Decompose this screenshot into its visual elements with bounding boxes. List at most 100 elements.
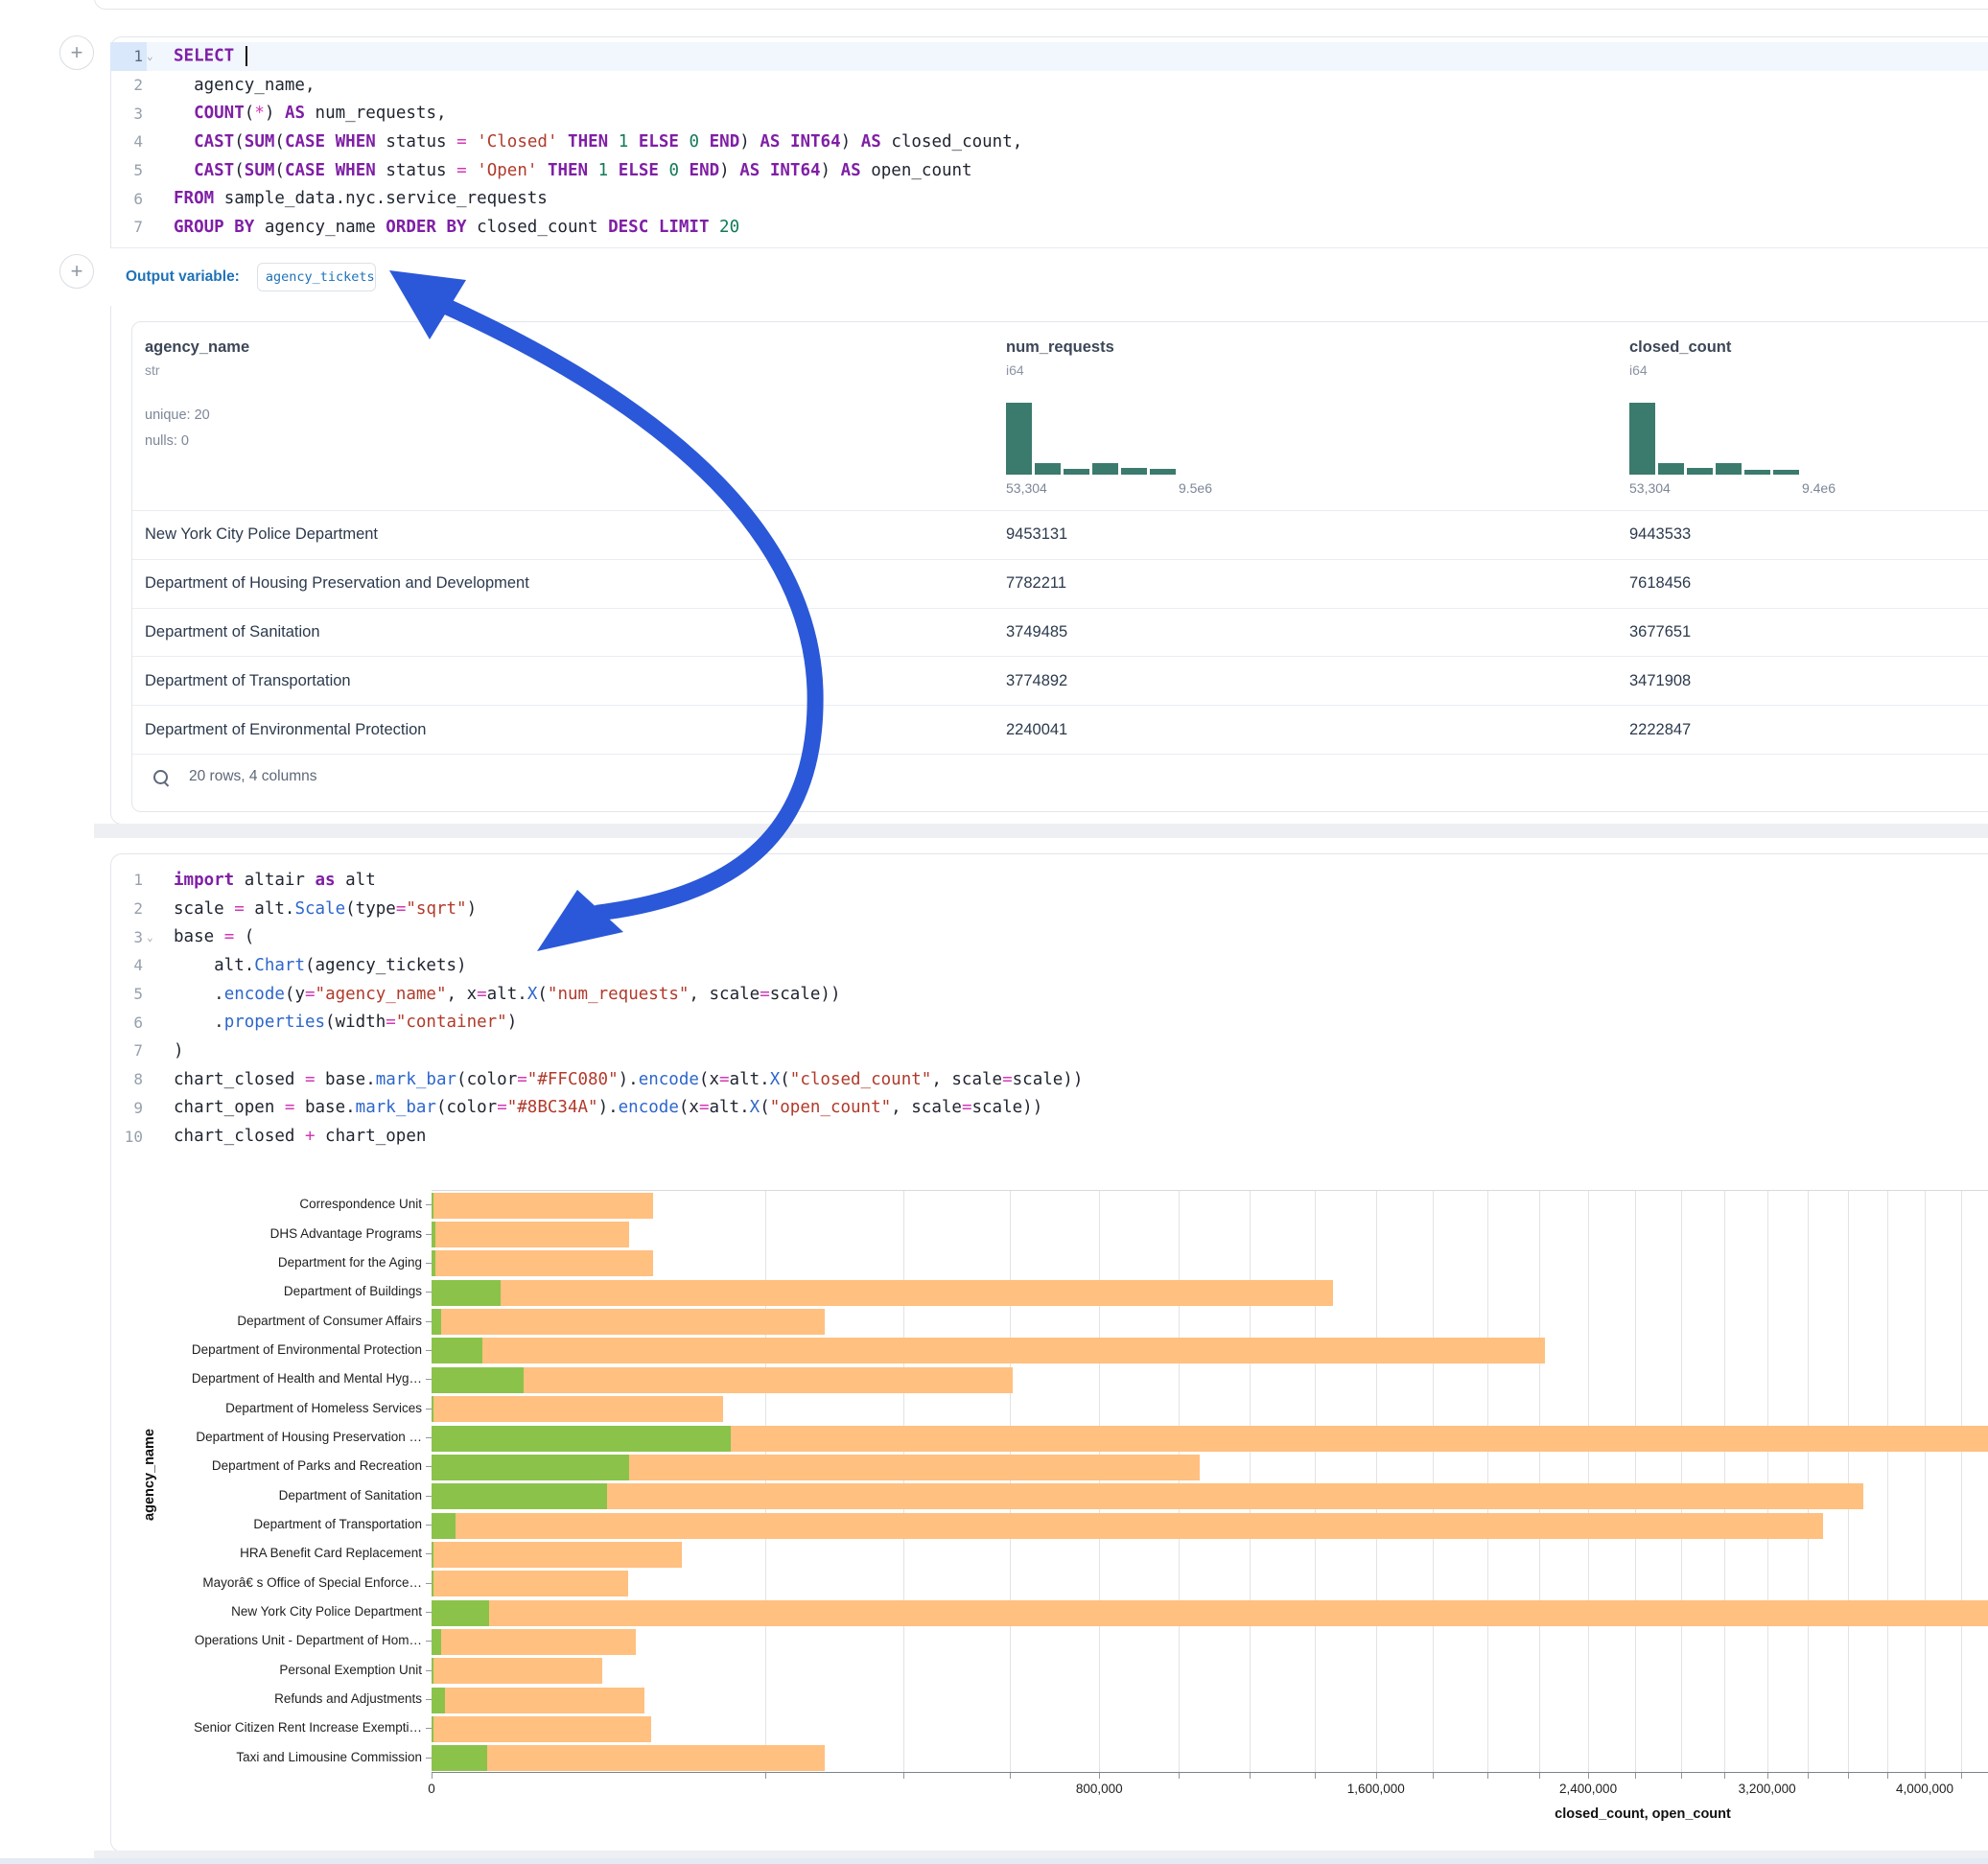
column-header-closed-count[interactable]: closed_count i64 53,304 9.4e6 bbox=[1629, 338, 1836, 496]
y-axis-tick bbox=[426, 1350, 432, 1351]
histogram-bar bbox=[1064, 469, 1089, 475]
bar-closed-count bbox=[432, 1338, 1545, 1363]
output-variable-pill[interactable]: agency_tickets bbox=[257, 263, 376, 291]
table-row[interactable]: Department of Sanitation37494853677651 bbox=[132, 608, 1988, 657]
y-axis-tick bbox=[426, 1496, 432, 1497]
bar-open-count bbox=[432, 1600, 489, 1626]
bar-open-count bbox=[432, 1455, 629, 1480]
x-axis-tick-label: 4,000,000 bbox=[1867, 1782, 1982, 1796]
code-line[interactable]: 2 agency_name, bbox=[110, 71, 1988, 100]
code-line[interactable]: 5 .encode(y="agency_name", x=alt.X("num_… bbox=[110, 980, 1988, 1009]
text-cursor bbox=[246, 46, 247, 66]
code-line[interactable]: 4 CAST(SUM(CASE WHEN status = 'Closed' T… bbox=[110, 128, 1988, 156]
sql-editor[interactable]: 1⌄SELECT 2 agency_name,3 COUNT(*) AS num… bbox=[110, 42, 1988, 242]
y-axis-label: HRA Benefit Card Replacement bbox=[134, 1545, 422, 1562]
code-line[interactable]: 7GROUP BY agency_name ORDER BY closed_co… bbox=[110, 213, 1988, 242]
histogram-bar bbox=[1773, 470, 1799, 475]
bar-closed-count bbox=[432, 1396, 723, 1422]
code-line[interactable]: 3 COUNT(*) AS num_requests, bbox=[110, 99, 1988, 128]
cell-closed-count: 2222847 bbox=[1629, 706, 1691, 754]
histogram-bar bbox=[1092, 463, 1118, 475]
x-axis-tick bbox=[1848, 1773, 1849, 1779]
column-name: num_requests bbox=[1006, 338, 1212, 357]
y-axis-tick bbox=[426, 1204, 432, 1205]
gridline bbox=[1961, 1191, 1962, 1773]
y-axis-label: Department of Parks and Recreation bbox=[134, 1457, 422, 1475]
histogram-bar bbox=[1006, 403, 1032, 475]
notebook-page: { "icons": { "add_cell": "plus-circle", … bbox=[0, 0, 1988, 1864]
fold-chevron-icon[interactable]: ⌄ bbox=[147, 50, 162, 62]
column-histogram bbox=[1006, 398, 1212, 475]
code-line[interactable]: 5 CAST(SUM(CASE WHEN status = 'Open' THE… bbox=[110, 156, 1988, 185]
cell-closed-count: 3471908 bbox=[1629, 657, 1691, 705]
bar-open-count bbox=[432, 1658, 433, 1684]
y-axis-label: Department for the Aging bbox=[134, 1254, 422, 1271]
code-line[interactable]: 10chart_closed + chart_open bbox=[110, 1122, 1988, 1151]
bar-open-count bbox=[432, 1483, 607, 1509]
gridline bbox=[1487, 1191, 1488, 1773]
plus-icon: + bbox=[71, 40, 83, 64]
y-axis-label: Department of Health and Mental Hyg… bbox=[134, 1370, 422, 1387]
x-axis-tick bbox=[1887, 1773, 1888, 1779]
add-cell-button[interactable]: + bbox=[59, 254, 94, 289]
code-text: CAST(SUM(CASE WHEN status = 'Open' THEN … bbox=[162, 161, 972, 180]
cell-closed-count: 9443533 bbox=[1629, 511, 1691, 559]
column-header-num-requests[interactable]: num_requests i64 53,304 9.5e6 bbox=[1006, 338, 1212, 496]
bar-closed-count bbox=[432, 1658, 602, 1684]
line-number: 9 bbox=[110, 1094, 147, 1123]
code-line[interactable]: 3⌄base = ( bbox=[110, 922, 1988, 951]
code-line[interactable]: 1import altair as alt bbox=[110, 866, 1988, 895]
table-row[interactable]: Department of Environmental Protection 22… bbox=[132, 705, 1988, 754]
x-axis-tick bbox=[1808, 1773, 1809, 1779]
line-number: 4 bbox=[110, 128, 147, 156]
table-rows: New York City Police Department945313194… bbox=[132, 510, 1988, 755]
histogram-bar bbox=[1687, 468, 1713, 475]
bar-open-count bbox=[432, 1222, 435, 1247]
bar-closed-count bbox=[432, 1280, 1333, 1306]
line-number: 1 bbox=[110, 42, 147, 71]
code-line[interactable]: 6 .properties(width="container") bbox=[110, 1008, 1988, 1037]
y-axis-label: Correspondence Unit bbox=[134, 1196, 422, 1213]
y-axis-label: Department of Sanitation bbox=[134, 1487, 422, 1504]
code-line[interactable]: 9chart_open = base.mark_bar(color="#8BC3… bbox=[110, 1094, 1988, 1123]
y-axis-label: Department of Homeless Services bbox=[134, 1400, 422, 1417]
column-header-agency-name[interactable]: agency_name str unique: 20 nulls: 0 bbox=[145, 338, 249, 454]
code-text: COUNT(*) AS num_requests, bbox=[162, 104, 447, 123]
histogram-min-label: 53,304 bbox=[1006, 480, 1047, 496]
y-axis-label: Department of Consumer Affairs bbox=[134, 1313, 422, 1330]
bar-open-count bbox=[432, 1193, 433, 1219]
line-number: 6 bbox=[110, 1008, 147, 1037]
fold-chevron-icon[interactable]: ⌄ bbox=[147, 931, 162, 944]
code-line[interactable]: 2scale = alt.Scale(type="sqrt") bbox=[110, 895, 1988, 923]
cell-closed-count: 3677651 bbox=[1629, 609, 1691, 657]
x-axis-tick-label: 1,600,000 bbox=[1319, 1782, 1434, 1796]
histogram-min-label: 53,304 bbox=[1629, 480, 1671, 496]
code-line[interactable]: 1⌄SELECT bbox=[110, 42, 1988, 71]
code-line[interactable]: 6FROM sample_data.nyc.service_requests bbox=[110, 184, 1988, 213]
y-axis-tick bbox=[426, 1612, 432, 1613]
y-axis-label: Department of Environmental Protection bbox=[134, 1341, 422, 1359]
bar-open-count bbox=[432, 1629, 441, 1655]
code-line[interactable]: 4 alt.Chart(agency_tickets) bbox=[110, 951, 1988, 980]
y-axis-tick bbox=[426, 1321, 432, 1322]
column-type: i64 bbox=[1006, 362, 1212, 378]
table-row[interactable]: New York City Police Department945313194… bbox=[132, 510, 1988, 559]
bar-closed-count bbox=[432, 1571, 628, 1596]
x-axis-tick bbox=[1433, 1773, 1434, 1779]
y-axis-tick bbox=[426, 1525, 432, 1526]
code-line[interactable]: 8chart_closed = base.mark_bar(color="#FF… bbox=[110, 1065, 1988, 1094]
column-name: closed_count bbox=[1629, 338, 1836, 357]
y-axis-label: Mayorâ€ s Office of Special Enforce… bbox=[134, 1574, 422, 1592]
search-icon[interactable] bbox=[153, 770, 168, 784]
code-text: ) bbox=[162, 1041, 184, 1060]
x-axis-tick bbox=[1724, 1773, 1725, 1779]
gridline bbox=[1808, 1191, 1809, 1773]
table-row[interactable]: Department of Housing Preservation and D… bbox=[132, 559, 1988, 608]
cell-agency-name: Department of Environmental Protection bbox=[145, 706, 426, 754]
python-editor[interactable]: 1import altair as alt2scale = alt.Scale(… bbox=[110, 866, 1988, 1151]
x-axis-tick bbox=[1376, 1773, 1377, 1779]
code-line[interactable]: 7) bbox=[110, 1037, 1988, 1065]
add-cell-button[interactable]: + bbox=[59, 35, 94, 70]
table-row[interactable]: Department of Transportation377489234719… bbox=[132, 656, 1988, 705]
code-text: .encode(y="agency_name", x=alt.X("num_re… bbox=[162, 985, 841, 1004]
